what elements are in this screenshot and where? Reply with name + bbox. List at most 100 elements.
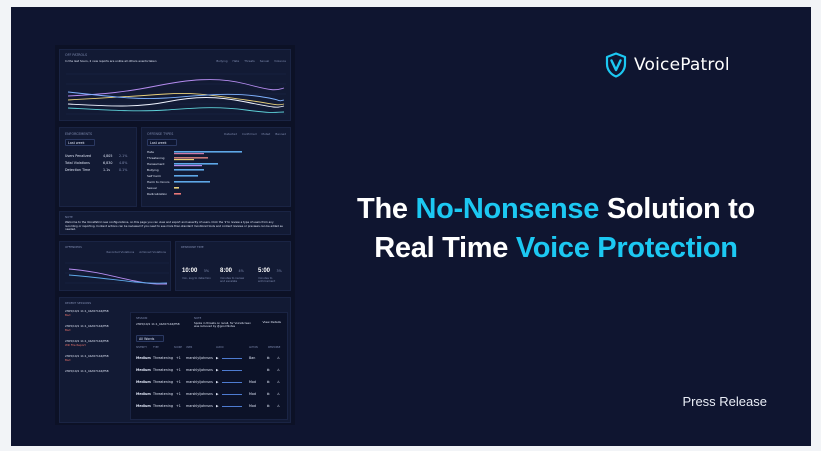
session-item[interactable]: 2305/10/1 11:1_44A57144/E58 Bad	[65, 354, 125, 369]
row-severity: Medium	[136, 392, 151, 396]
column-header: SEVERITY	[136, 346, 148, 349]
session-tag: Bad	[65, 358, 71, 362]
column-header: AUDIO	[216, 346, 224, 349]
offense-bar	[174, 159, 194, 161]
offense-label: Hate	[147, 150, 154, 154]
offense-bars	[174, 151, 242, 195]
enforcement-label: Total Violations	[65, 161, 90, 165]
play-icon[interactable]: ▶	[216, 356, 219, 360]
response-label: min, avg to detection	[182, 276, 211, 280]
audio-waveform	[222, 370, 242, 371]
offense-bar	[174, 169, 204, 171]
response-label: minutes to review and escalate	[220, 276, 245, 284]
copy-icon[interactable]: ⧉	[267, 404, 269, 408]
response-time-title: RESPONSE TIME	[181, 245, 204, 249]
word-filter-select[interactable]: All Words	[136, 335, 164, 342]
trend-legend-item: Violence	[274, 59, 286, 63]
row-user: marshlyljohnsns	[186, 380, 213, 384]
row-severity: Medium	[136, 380, 151, 384]
response-stat: 5:00 3% minutes to enforcement	[258, 259, 288, 284]
offense-types-panel: OFFENSE TYPES Detected Confirmed Muted B…	[141, 127, 291, 207]
enforcement-delta: 2.1%	[119, 154, 128, 158]
enforcements-period-select[interactable]: Last week	[65, 139, 95, 146]
copy-icon[interactable]: ⧉	[267, 356, 269, 360]
table-row[interactable]: Medium Threatening +1 marshlyljohnsns ▶ …	[136, 402, 286, 411]
audio-waveform	[222, 394, 242, 395]
table-row[interactable]: Medium Threatening +1 marshlyljohnsns ▶ …	[136, 366, 286, 375]
trend-chart	[66, 73, 286, 115]
response-value: 5:00	[258, 268, 271, 274]
offenders-legend-item: Actioned Violations	[139, 250, 166, 254]
play-icon[interactable]: ▶	[216, 404, 219, 408]
response-delta: 3%	[276, 269, 282, 273]
copy-icon[interactable]: ⧉	[267, 368, 269, 372]
view-details-button[interactable]: View Details	[263, 320, 281, 324]
response-label: minutes to enforcement	[258, 276, 276, 284]
response-stat: 8:00 4% minutes to review and escalate	[220, 259, 250, 284]
row-severity: Medium	[136, 356, 151, 360]
table-row[interactable]: Medium Threatening +1 marshlyljohnsns ▶ …	[136, 378, 286, 387]
offense-legend: Detected Confirmed Muted Banned	[224, 132, 286, 136]
offenders-panel: OFFENDERS Recorded Violations Actioned V…	[59, 241, 171, 291]
row-score: +1	[176, 392, 181, 396]
offense-bar	[174, 165, 202, 167]
table-row[interactable]: Medium Threatening +1 marshlyljohnsns ▶ …	[136, 354, 286, 363]
select-value: All Words	[139, 337, 155, 341]
offenders-legend: Recorded Violations Actioned Violations	[107, 250, 167, 254]
flag-icon[interactable]: ⚠	[277, 368, 280, 372]
offense-bar	[174, 163, 218, 165]
trend-legend-item: Bullying	[216, 59, 228, 63]
enforcement-delta: 4.8%	[119, 161, 128, 165]
audio-waveform	[222, 382, 242, 383]
session-note-text: Spoke in threats on recall, for VoiceScr…	[194, 321, 251, 329]
headline-text: The	[357, 193, 416, 225]
copy-icon[interactable]: ⧉	[267, 392, 269, 396]
flag-icon[interactable]: ⚠	[277, 404, 280, 408]
flag-icon[interactable]: ⚠	[277, 356, 280, 360]
row-type: Threatening	[153, 380, 173, 384]
enforcement-value: 6,830	[103, 161, 113, 165]
row-type: Threatening	[153, 404, 173, 408]
session-detail-id: 2305/10/1 11:1_44A57144/E58	[136, 322, 180, 326]
play-icon[interactable]: ▶	[216, 392, 219, 396]
session-detail-label: SESSION	[136, 317, 148, 320]
flag-icon[interactable]: ⚠	[277, 380, 280, 384]
row-score: +1	[176, 356, 181, 360]
row-action: Ban	[249, 356, 256, 360]
banner-card: OFF PATROLS In the last hours, 2 new rep…	[11, 7, 811, 446]
row-severity: Medium	[136, 368, 151, 372]
headline-highlight: Voice Protection	[515, 232, 738, 264]
row-score: +1	[176, 380, 181, 384]
session-detail: SESSION 2305/10/1 11:1_44A57144/E58 NOTE…	[130, 312, 288, 420]
offenders-legend-item: Recorded Violations	[106, 250, 135, 254]
offense-label: Threatening	[147, 156, 165, 160]
response-time-panel: RESPONSE TIME 10:00 5% min, avg to detec…	[175, 241, 291, 291]
brand-name: VoicePatrol	[634, 55, 730, 75]
row-action: Mod	[249, 380, 256, 384]
table-row[interactable]: Medium Threatening +1 marshlyljohnsns ▶ …	[136, 390, 286, 399]
copy-icon[interactable]: ⧉	[267, 380, 269, 384]
shield-v-icon	[605, 52, 627, 78]
play-icon[interactable]: ▶	[216, 380, 219, 384]
offense-label: Sexual	[147, 186, 157, 190]
row-type: Threatening	[153, 368, 173, 372]
session-item[interactable]: 2305/10/1 11:1_44A57144/E58	[65, 369, 125, 384]
audio-waveform	[222, 358, 242, 359]
trend-line	[67, 107, 285, 113]
session-item[interactable]: 2305/10/1 11:1_44A57144/E58 Bad	[65, 324, 125, 339]
response-delta: 4%	[238, 269, 244, 273]
recent-sessions-title: RECENT SESSIONS	[65, 301, 92, 305]
offense-label: Bullying	[147, 168, 159, 172]
audio-waveform	[222, 406, 242, 407]
offense-bar	[174, 175, 198, 177]
flag-icon[interactable]: ⚠	[277, 392, 280, 396]
play-icon[interactable]: ▶	[216, 368, 219, 372]
note-title: NOTE	[65, 215, 73, 219]
session-id: 2305/10/1 11:1_44A57144/E58	[65, 369, 109, 373]
session-item[interactable]: 2305/10/1 11:1_44A57144/E58 Bad	[65, 309, 125, 324]
offense-period-select[interactable]: Last week	[147, 139, 177, 146]
row-user: marshlyljohnsns	[186, 368, 213, 372]
enforcement-label: Users Penalized	[65, 154, 91, 158]
session-item[interactable]: 2305/10/1 11:1_44A57144/E58 Will File Re…	[65, 339, 125, 354]
column-header: ACTION	[249, 346, 258, 349]
